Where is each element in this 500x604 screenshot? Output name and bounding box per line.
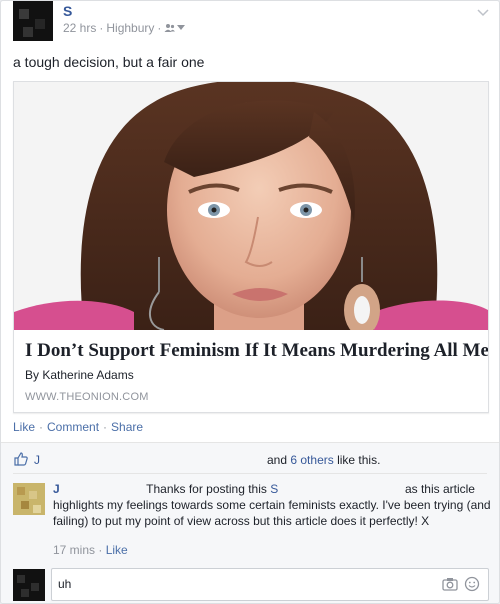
comment-meta-separator: · (98, 543, 103, 557)
article-domain: WWW.THEONION.COM (25, 391, 149, 403)
post-actions: Like · Comment · Share (13, 420, 143, 434)
liker-name[interactable]: J (34, 453, 40, 467)
author-name[interactable]: S (63, 3, 72, 19)
comment-text-1: Thanks for posting this (146, 482, 267, 496)
post-text: a tough decision, but a fair one (13, 54, 205, 70)
action-separator: · (39, 420, 44, 434)
camera-icon[interactable] (442, 577, 458, 591)
comment-body: J Thanks for posting this S as this arti… (53, 481, 493, 529)
like-link[interactable]: Like (13, 420, 35, 434)
commenter-name[interactable]: J (53, 482, 60, 496)
article-title[interactable]: I Don’t Support Feminism If It Means Mur… (25, 340, 488, 362)
post-options-chevron-icon[interactable] (477, 7, 489, 19)
likes-summary: J and 6 others like this. (13, 451, 487, 469)
comment-input-text[interactable]: uh (58, 577, 71, 591)
divider (13, 473, 487, 474)
thumbs-up-icon (14, 452, 28, 466)
post-card: S 22 hrs · Highbury · a tough decision, … (0, 0, 500, 604)
emoji-icon[interactable] (464, 576, 480, 592)
article-image[interactable] (14, 82, 488, 330)
post-time[interactable]: 22 hrs (63, 21, 96, 35)
comment-time[interactable]: 17 mins (53, 543, 95, 557)
article-byline: By Katherine Adams (25, 368, 134, 382)
others-link[interactable]: 6 others (290, 453, 333, 467)
shared-article[interactable]: I Don’t Support Feminism If It Means Mur… (13, 81, 489, 413)
viewer-avatar (13, 569, 45, 601)
feedback-section: J and 6 others like this. J Thanks for p… (1, 442, 499, 603)
meta-separator: · (99, 21, 104, 35)
comment-link[interactable]: Comment (47, 420, 99, 434)
likes-others-text: and 6 others like this. (267, 453, 380, 467)
comment-like-link[interactable]: Like (106, 543, 128, 557)
post-location[interactable]: Highbury (106, 21, 154, 35)
chevron-down-icon (177, 25, 186, 30)
comment-mention[interactable]: S (270, 482, 278, 496)
meta-separator: · (157, 21, 162, 35)
friends-icon[interactable] (164, 23, 186, 33)
action-separator: · (103, 420, 108, 434)
comment-input[interactable]: uh (51, 568, 489, 601)
author-avatar[interactable] (13, 1, 53, 41)
share-link[interactable]: Share (111, 420, 143, 434)
post-meta: 22 hrs · Highbury · (63, 21, 186, 35)
likes-prefix: and (267, 453, 288, 467)
likes-suffix: like this. (337, 453, 381, 467)
commenter-avatar[interactable] (13, 483, 45, 515)
comment-meta: 17 mins · Like (53, 543, 128, 557)
